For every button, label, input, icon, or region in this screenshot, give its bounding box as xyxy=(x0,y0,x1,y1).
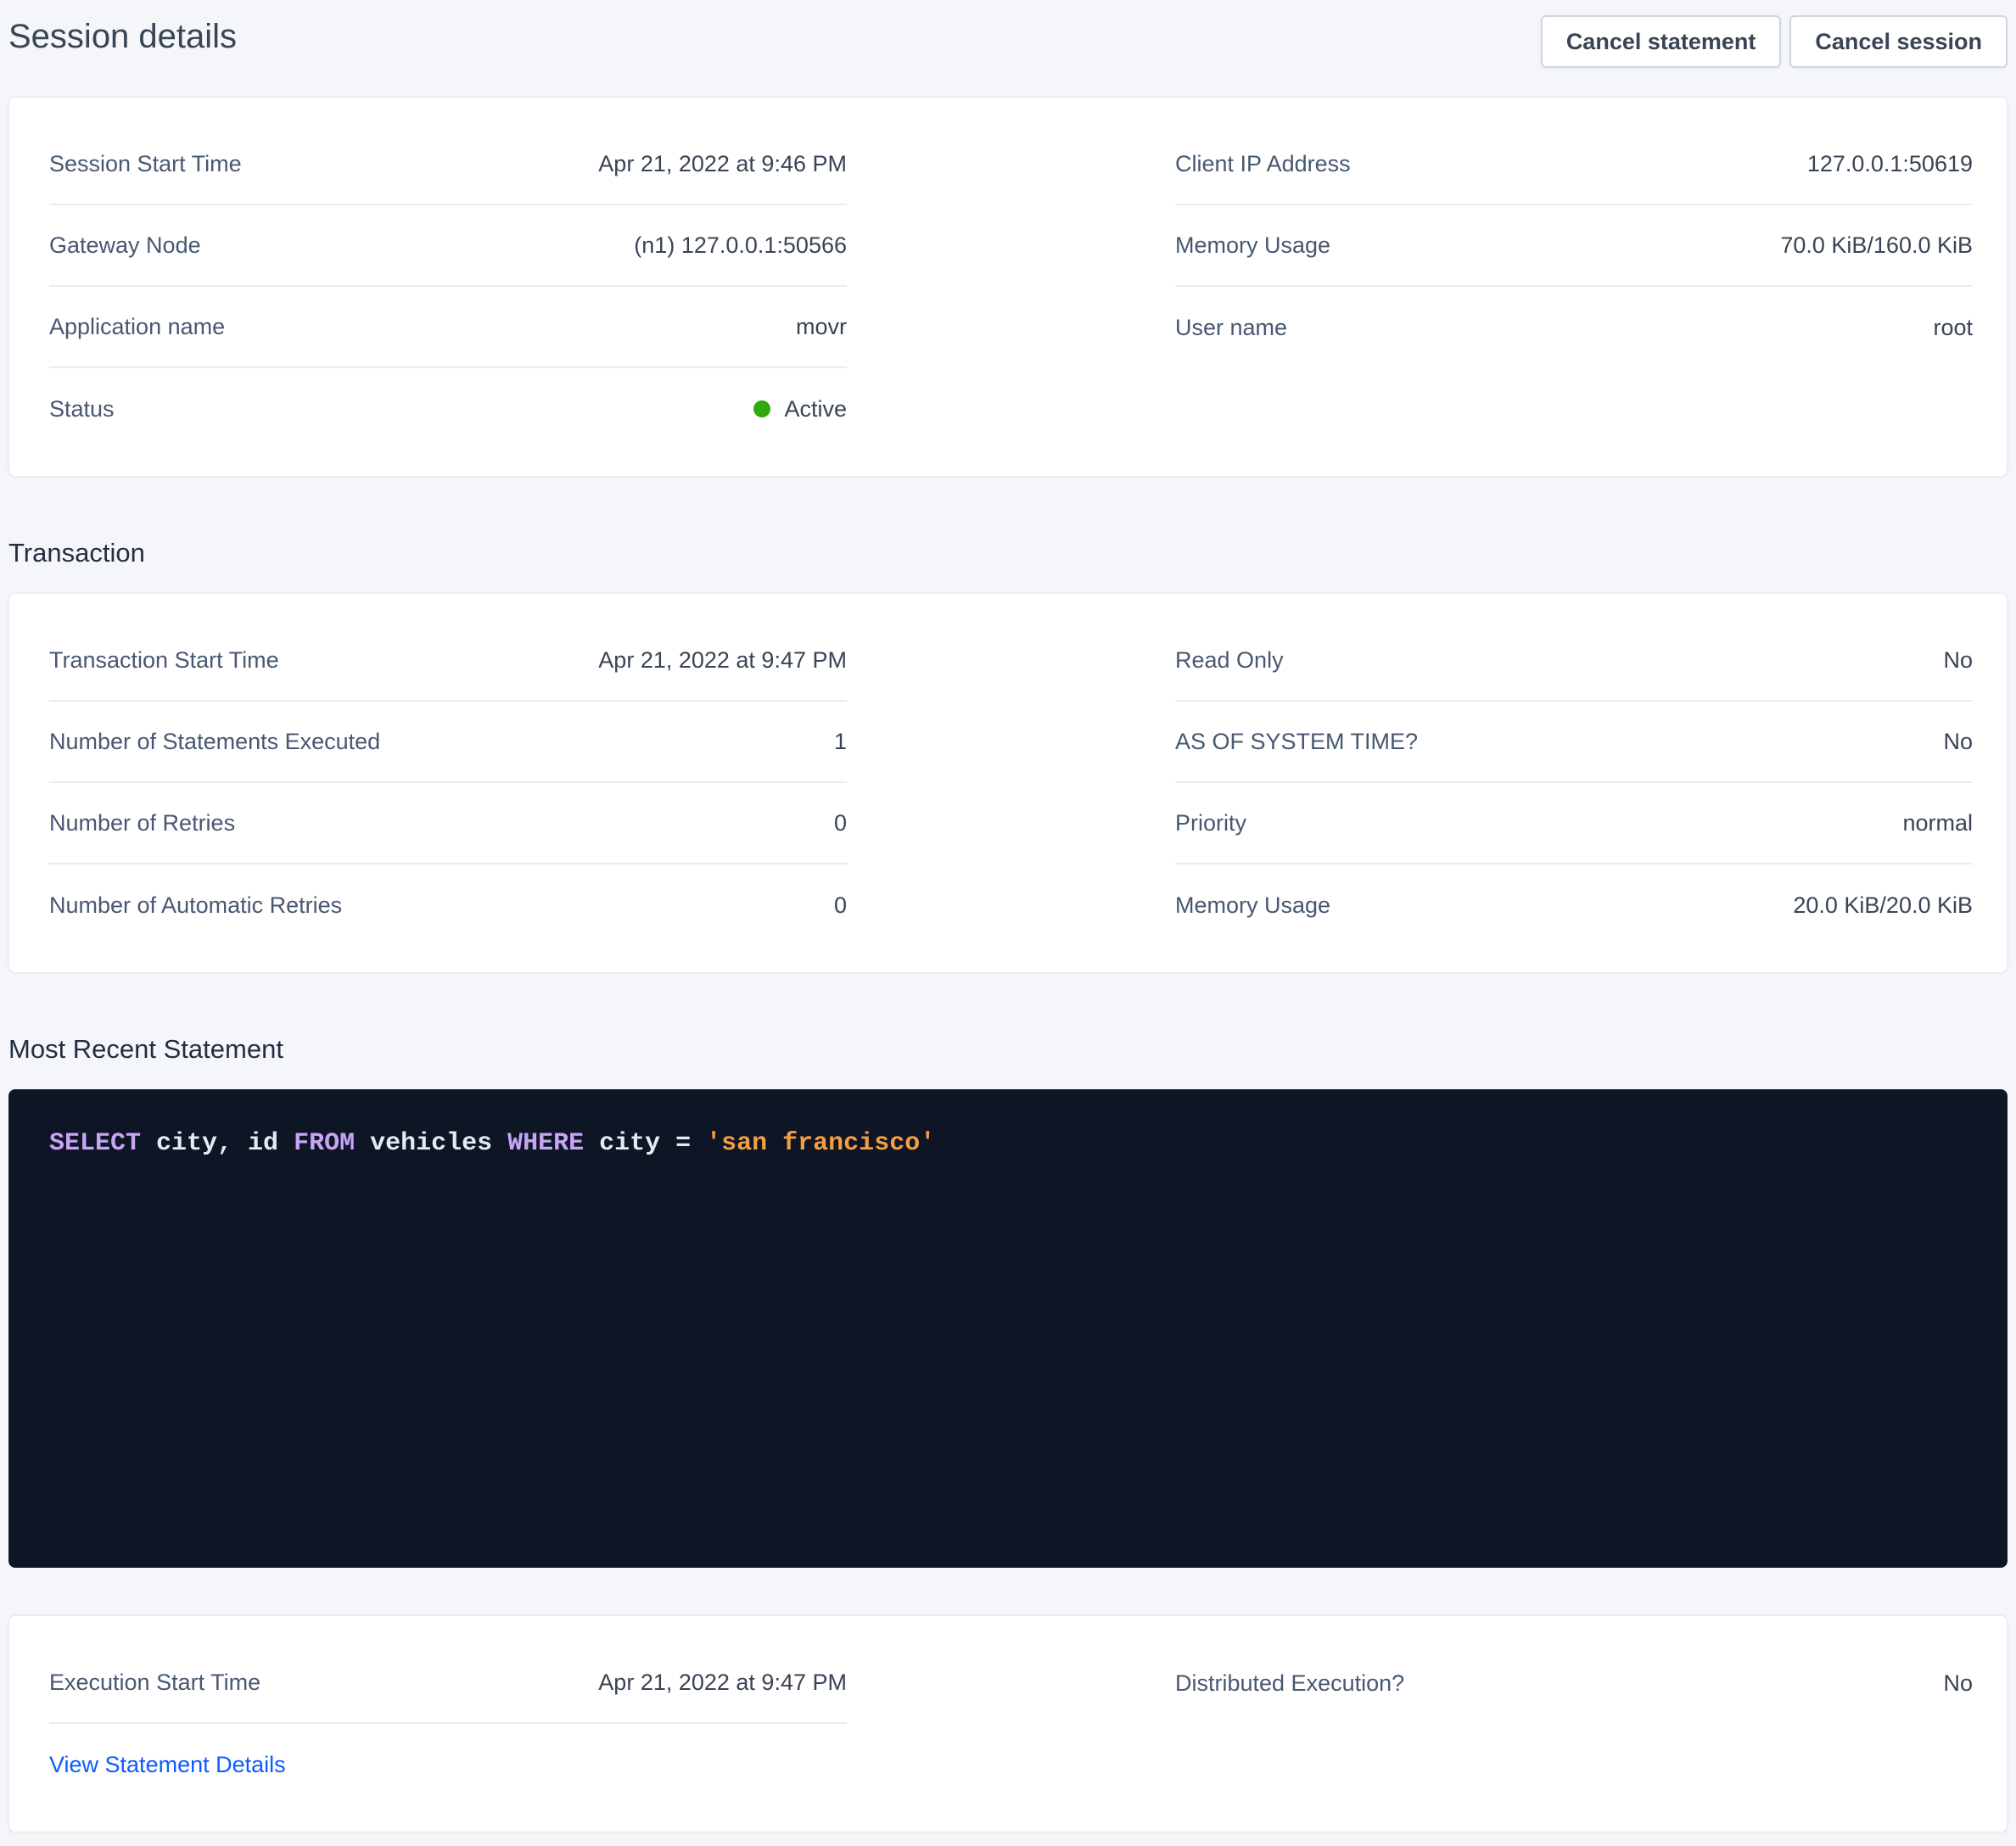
detail-row: Execution Start Time Apr 21, 2022 at 9:4… xyxy=(49,1642,847,1724)
detail-value: 127.0.0.1:50619 xyxy=(1807,151,1973,177)
detail-label: Priority xyxy=(1175,810,1246,836)
detail-label: Execution Start Time xyxy=(49,1670,260,1696)
detail-value: movr xyxy=(796,314,847,340)
detail-value: root xyxy=(1933,315,1973,341)
status-text: Active xyxy=(784,396,847,422)
detail-value: 1 xyxy=(834,729,847,755)
detail-value: No xyxy=(1943,647,1973,674)
sql-token: FROM xyxy=(294,1129,355,1158)
detail-label: Memory Usage xyxy=(1175,232,1330,259)
detail-label: Read Only xyxy=(1175,647,1284,674)
detail-label: User name xyxy=(1175,315,1287,341)
execution-card: Execution Start Time Apr 21, 2022 at 9:4… xyxy=(8,1615,2008,1832)
execution-card-right-column: Distributed Execution? No xyxy=(1175,1642,1973,1805)
detail-label: Number of Retries xyxy=(49,810,235,836)
page-header: Session details Cancel statement Cancel … xyxy=(8,0,2008,97)
detail-row: AS OF SYSTEM TIME? No xyxy=(1175,702,1973,783)
detail-row: Distributed Execution? No xyxy=(1175,1642,1973,1724)
detail-row: Gateway Node (n1) 127.0.0.1:50566 xyxy=(49,205,847,287)
detail-value: 20.0 KiB/20.0 KiB xyxy=(1793,892,1973,919)
detail-row: View Statement Details xyxy=(49,1724,847,1805)
session-summary-card: Session Start Time Apr 21, 2022 at 9:46 … xyxy=(8,97,2008,477)
detail-value: 70.0 KiB/160.0 KiB xyxy=(1780,232,1973,259)
detail-value: No xyxy=(1943,1670,1973,1697)
detail-row: Read Only No xyxy=(1175,620,1973,702)
detail-row: Session Start Time Apr 21, 2022 at 9:46 … xyxy=(49,124,847,205)
sql-token: SELECT xyxy=(49,1129,141,1158)
sql-token: WHERE xyxy=(507,1129,584,1158)
detail-row: Number of Automatic Retries 0 xyxy=(49,864,847,946)
detail-row: Memory Usage 70.0 KiB/160.0 KiB xyxy=(1175,205,1973,287)
detail-label: Number of Automatic Retries xyxy=(49,892,342,919)
detail-label: Distributed Execution? xyxy=(1175,1670,1404,1697)
gateway-node-link[interactable]: (n1) 127.0.0.1:50566 xyxy=(634,232,847,259)
sql-token: city, id xyxy=(141,1129,294,1158)
detail-label: Status xyxy=(49,396,115,422)
detail-row: Number of Retries 0 xyxy=(49,783,847,864)
view-statement-details-link[interactable]: View Statement Details xyxy=(49,1752,286,1778)
session-card-left-column: Session Start Time Apr 21, 2022 at 9:46 … xyxy=(49,124,847,450)
transaction-card: Transaction Start Time Apr 21, 2022 at 9… xyxy=(8,593,2008,973)
detail-label: Application name xyxy=(49,314,225,340)
detail-row: Transaction Start Time Apr 21, 2022 at 9… xyxy=(49,620,847,702)
detail-value: Apr 21, 2022 at 9:47 PM xyxy=(598,1670,847,1696)
session-status: Active xyxy=(753,396,847,422)
detail-value: No xyxy=(1943,729,1973,755)
execution-card-left-column: Execution Start Time Apr 21, 2022 at 9:4… xyxy=(49,1642,847,1805)
transaction-card-left-column: Transaction Start Time Apr 21, 2022 at 9… xyxy=(49,620,847,946)
detail-row: Priority normal xyxy=(1175,783,1973,864)
detail-label: Memory Usage xyxy=(1175,892,1330,919)
detail-label: Client IP Address xyxy=(1175,151,1351,177)
detail-row: Application name movr xyxy=(49,287,847,368)
active-status-dot-icon xyxy=(753,400,770,417)
detail-label: AS OF SYSTEM TIME? xyxy=(1175,729,1418,755)
transaction-heading: Transaction xyxy=(8,540,2008,567)
sql-statement-box: SELECT city, id FROM vehicles WHERE city… xyxy=(8,1089,2008,1568)
detail-value: 0 xyxy=(834,892,847,919)
detail-row: Client IP Address 127.0.0.1:50619 xyxy=(1175,124,1973,205)
detail-value: Apr 21, 2022 at 9:46 PM xyxy=(598,151,847,177)
page-title: Session details xyxy=(8,12,237,61)
header-actions: Cancel statement Cancel session xyxy=(1541,15,2008,68)
detail-value: 0 xyxy=(834,810,847,836)
session-card-right-column: Client IP Address 127.0.0.1:50619 Memory… xyxy=(1175,124,1973,450)
cancel-session-button[interactable]: Cancel session xyxy=(1789,15,2008,68)
sql-token: vehicles xyxy=(355,1129,507,1158)
session-details-page: Session details Cancel statement Cancel … xyxy=(0,0,2016,1832)
detail-row: Memory Usage 20.0 KiB/20.0 KiB xyxy=(1175,864,1973,946)
detail-row: User name root xyxy=(1175,287,1973,368)
sql-token: 'san francisco' xyxy=(706,1129,935,1158)
most-recent-statement-heading: Most Recent Statement xyxy=(8,1036,2008,1063)
detail-label: Session Start Time xyxy=(49,151,242,177)
sql-token: city = xyxy=(584,1129,706,1158)
detail-label: Number of Statements Executed xyxy=(49,729,380,755)
detail-value: Apr 21, 2022 at 9:47 PM xyxy=(598,647,847,674)
detail-row: Number of Statements Executed 1 xyxy=(49,702,847,783)
cancel-statement-button[interactable]: Cancel statement xyxy=(1541,15,1782,68)
detail-label: Gateway Node xyxy=(49,232,201,259)
detail-row: Status Active xyxy=(49,368,847,450)
detail-value: normal xyxy=(1902,810,1973,836)
transaction-card-right-column: Read Only No AS OF SYSTEM TIME? No Prior… xyxy=(1175,620,1973,946)
detail-label: Transaction Start Time xyxy=(49,647,279,674)
